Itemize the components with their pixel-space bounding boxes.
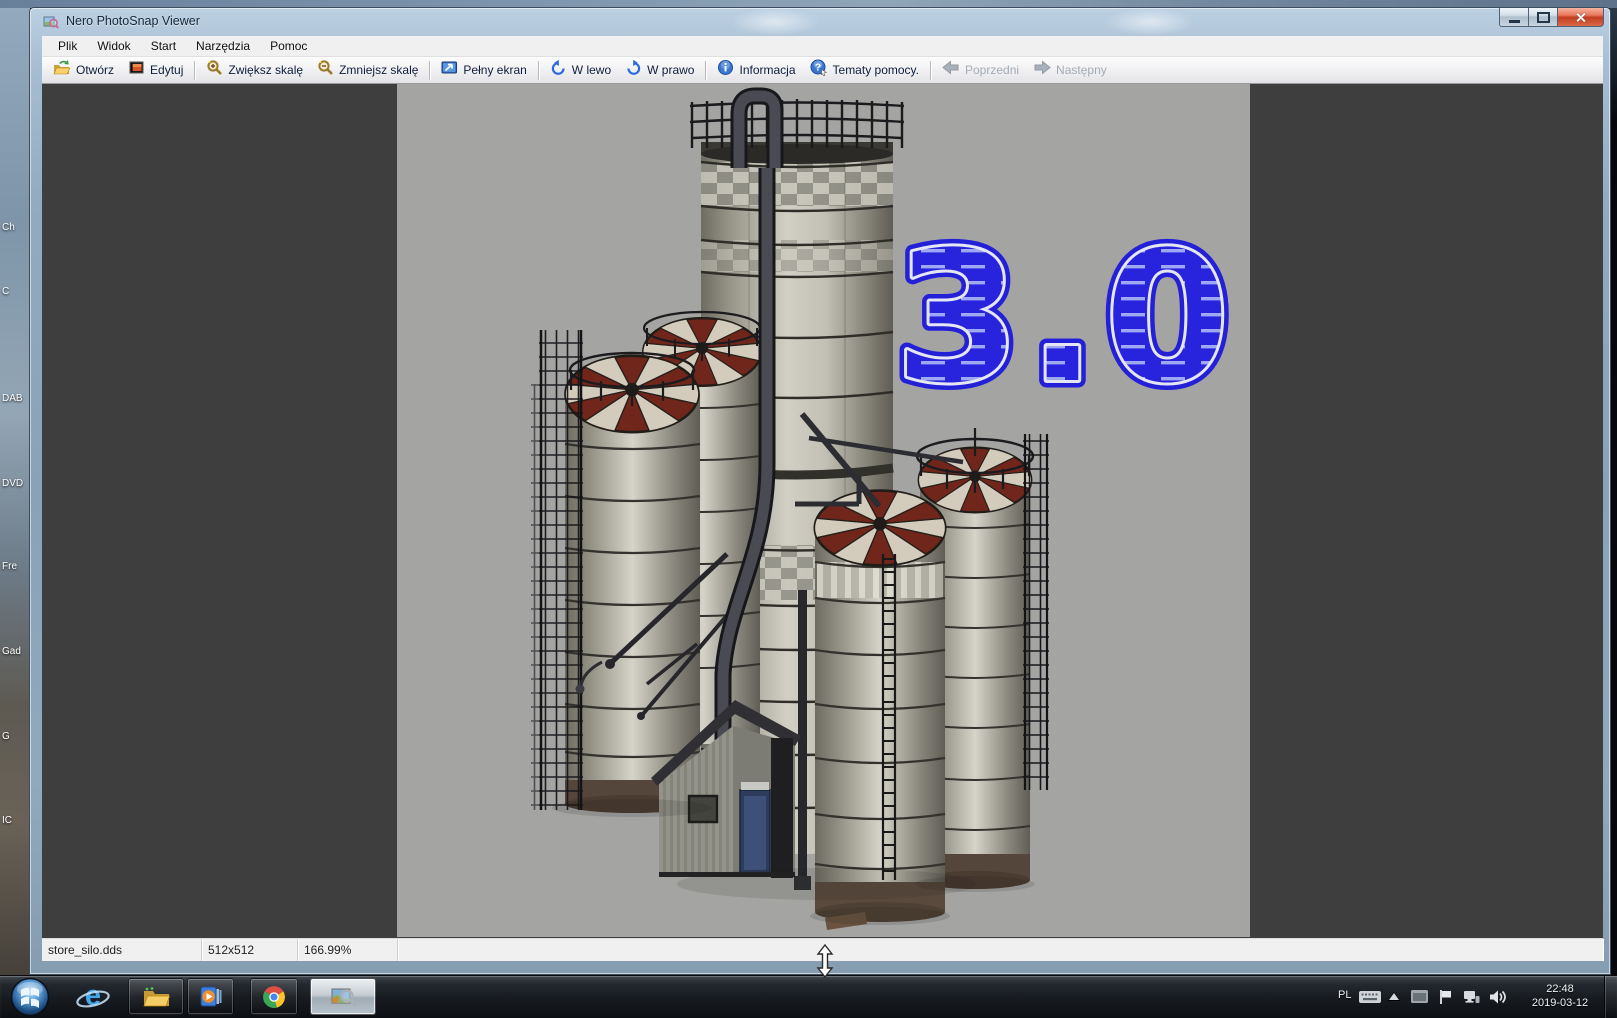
rotate-left-icon — [550, 59, 567, 81]
desktop-icon-label[interactable]: Ch — [2, 222, 15, 233]
system-tray: PL 22:48 2019-03-12 — [1330, 976, 1617, 1018]
edit-button[interactable]: Edytuj — [121, 59, 190, 82]
edit-image-icon — [128, 59, 145, 81]
clock-date: 2019-03-12 — [1520, 996, 1600, 1010]
close-button[interactable] — [1557, 8, 1604, 27]
app-window: Nero PhotoSnap Viewer Plik Widok Start N… — [30, 8, 1610, 974]
silo-front-right — [815, 491, 946, 930]
desktop-icon-label[interactable]: DVD — [2, 478, 23, 489]
toolbar-separator — [705, 61, 706, 80]
glass-reflection — [730, 8, 820, 36]
titlebar[interactable]: Nero PhotoSnap Viewer — [30, 8, 1610, 36]
status-zoom-level: 166.99% — [298, 939, 398, 961]
help-icon: ? — [810, 59, 828, 81]
silo-render-image: 3.0 3.0 3.0 — [397, 84, 1250, 937]
app-icon — [43, 14, 59, 35]
rotate-left-button[interactable]: W lewo — [543, 59, 618, 82]
desktop-icon-label[interactable]: C — [2, 286, 9, 297]
glass-reflection — [1105, 8, 1195, 36]
desktop-icon-label[interactable]: DAB — [2, 393, 23, 404]
status-spacer — [398, 939, 1603, 961]
screen: { "window": { "title": "Nero PhotoSnap V… — [0, 0, 1617, 1017]
close-icon — [1574, 11, 1587, 24]
rotate-right-button[interactable]: W prawo — [618, 59, 701, 82]
scaffold-cage-left — [531, 330, 583, 810]
windows-start-orb-icon — [10, 977, 50, 1017]
toolbar: Otwórz Edytuj Zwiększ skalę Zmniejsz ska… — [42, 57, 1603, 84]
show-hidden-icons-chevron[interactable] — [1388, 992, 1400, 1004]
info-button[interactable]: Informacja — [710, 59, 802, 82]
previous-arrow-icon — [942, 59, 960, 81]
toolbar-separator — [429, 61, 430, 80]
next-arrow-icon — [1033, 59, 1051, 81]
window-controls — [1499, 8, 1604, 28]
desktop-icon-label[interactable]: G — [2, 731, 10, 742]
maximize-icon — [1537, 12, 1550, 23]
info-icon — [717, 59, 734, 81]
open-button[interactable]: Otwórz — [46, 59, 121, 82]
zoom-in-button[interactable]: Zwiększ skalę — [199, 59, 310, 82]
show-desktop-button[interactable] — [1604, 976, 1617, 1018]
svg-text:3.0: 3.0 — [895, 214, 1238, 423]
image-viewport[interactable]: 3.0 3.0 3.0 — [42, 84, 1603, 938]
desktop-wallpaper-right — [1610, 8, 1617, 975]
chrome-icon — [262, 985, 286, 1009]
volume-speaker-icon[interactable] — [1488, 989, 1506, 1008]
internet-explorer-ring-icon — [75, 990, 111, 1008]
desktop-icon-label[interactable]: IC — [2, 815, 12, 826]
keyboard-icon[interactable] — [1358, 989, 1382, 1007]
taskbar: e PL — [0, 975, 1617, 1018]
window-title: Nero PhotoSnap Viewer — [66, 14, 200, 28]
zoom-out-icon — [317, 59, 334, 81]
svg-text:?: ? — [814, 62, 820, 74]
mouse-cursor-resize-vertical — [816, 944, 834, 978]
taskbar-internet-explorer[interactable]: e — [72, 978, 114, 1015]
taskbar-photosnap-viewer-active[interactable] — [310, 978, 376, 1015]
gadget-tray-icon[interactable] — [1410, 989, 1429, 1007]
desktop-icon-label[interactable]: Gad — [2, 646, 21, 657]
fullscreen-icon — [441, 59, 458, 81]
status-dimensions: 512x512 — [202, 939, 298, 961]
menu-plik[interactable]: Plik — [48, 36, 87, 57]
taskbar-media-player[interactable] — [187, 978, 234, 1015]
folder-icon — [143, 986, 170, 1007]
menubar: Plik Widok Start Narzędzia Pomoc — [42, 36, 1603, 57]
help-topics-button[interactable]: ? Tematy pomocy. — [803, 59, 926, 82]
start-button[interactable] — [8, 978, 52, 1015]
desktop-wallpaper-left: Ch C DAB DVD Fre Gad G IC — [0, 8, 30, 975]
taskbar-windows-explorer[interactable] — [128, 978, 184, 1015]
clock[interactable]: 22:48 2019-03-12 — [1520, 982, 1600, 1010]
version-overlay-text: 3.0 3.0 3.0 — [895, 214, 1238, 423]
open-folder-icon — [53, 59, 71, 81]
desktop-wallpaper-top — [0, 0, 1617, 8]
toolbar-separator — [194, 61, 195, 80]
minimize-icon — [1509, 20, 1520, 23]
zoom-out-button[interactable]: Zmniejsz skalę — [310, 59, 425, 82]
menu-widok[interactable]: Widok — [87, 36, 140, 57]
previous-button[interactable]: Poprzedni — [935, 59, 1026, 82]
minimize-button[interactable] — [1499, 8, 1529, 27]
desktop-icon-label[interactable]: Fre — [2, 561, 17, 572]
media-player-icon — [198, 985, 223, 1008]
taskbar-chrome[interactable] — [250, 978, 298, 1015]
action-center-flag-icon[interactable] — [1438, 989, 1454, 1008]
menu-pomoc[interactable]: Pomoc — [260, 36, 317, 57]
clock-time: 22:48 — [1520, 982, 1600, 996]
toolbar-separator — [930, 61, 931, 80]
rotate-right-icon — [625, 59, 642, 81]
silo-front-left — [565, 353, 700, 813]
menu-start[interactable]: Start — [141, 36, 186, 57]
language-indicator[interactable]: PL — [1338, 989, 1351, 1001]
fullscreen-button[interactable]: Pełny ekran — [434, 59, 533, 82]
photosnap-viewer-icon — [330, 985, 357, 1009]
zoom-in-icon — [206, 59, 223, 81]
network-icon[interactable] — [1462, 989, 1480, 1007]
toolbar-separator — [538, 61, 539, 80]
menu-narzedzia[interactable]: Narzędzia — [186, 36, 260, 57]
maximize-button[interactable] — [1529, 8, 1557, 27]
next-button[interactable]: Następny — [1026, 59, 1114, 82]
status-filename: store_silo.dds — [42, 939, 202, 961]
